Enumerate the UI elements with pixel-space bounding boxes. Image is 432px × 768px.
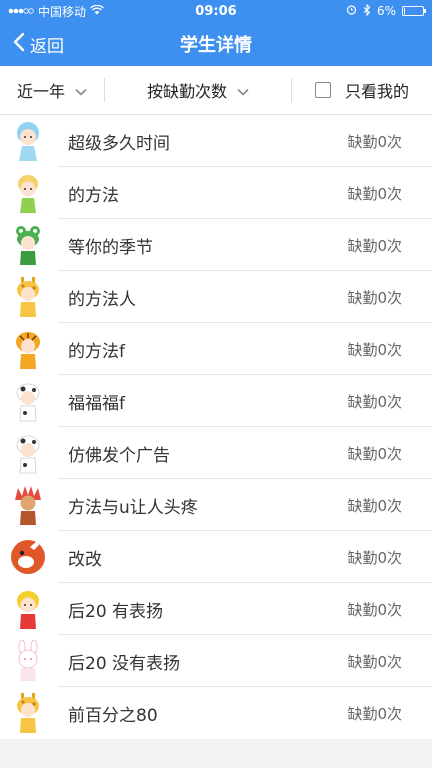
absence-count: 缺勤0次 bbox=[347, 444, 402, 463]
fairy-avatar-icon bbox=[10, 172, 46, 214]
absence-count: 缺勤0次 bbox=[347, 392, 402, 411]
student-row[interactable]: 方法与u让人头疼 缺勤0次 bbox=[0, 479, 432, 531]
student-name: 的方法f bbox=[68, 341, 125, 362]
carrier-name: 中国移动 bbox=[38, 4, 87, 19]
student-row[interactable]: 等你的季节 缺勤0次 bbox=[0, 219, 432, 271]
back-label: 返回 bbox=[30, 36, 64, 57]
indian-avatar-icon bbox=[10, 484, 46, 526]
student-row[interactable]: 仿佛发个广告 缺勤0次 bbox=[0, 427, 432, 479]
student-name: 福福福f bbox=[68, 393, 125, 414]
student-row[interactable]: 的方法f 缺勤0次 bbox=[0, 323, 432, 375]
sort-label: 按缺勤次数 bbox=[146, 82, 227, 101]
page-title: 学生详情 bbox=[180, 35, 252, 56]
absence-count: 缺勤0次 bbox=[347, 600, 402, 619]
student-row[interactable]: 前百分之80 缺勤0次 bbox=[0, 687, 432, 739]
student-list: 超级多久时间 缺勤0次 的方法 缺勤0次 等你的季节 缺勤0次 的方法人 缺勤0次 的方法f 缺勤… bbox=[0, 115, 432, 739]
signal-icon bbox=[8, 4, 34, 18]
student-name: 超级多久时间 bbox=[68, 133, 170, 154]
absence-count: 缺勤0次 bbox=[347, 704, 402, 723]
alarm-icon bbox=[346, 4, 357, 18]
back-button[interactable]: 返回 bbox=[0, 32, 64, 57]
student-name: 前百分之80 bbox=[68, 705, 158, 726]
frog-avatar-icon bbox=[10, 224, 46, 266]
student-row[interactable]: 后20 有表扬 缺勤0次 bbox=[0, 583, 432, 635]
rabbit-avatar-icon bbox=[10, 640, 46, 682]
student-name: 的方法人 bbox=[68, 289, 136, 310]
giraffe-avatar-icon bbox=[10, 692, 46, 734]
filter-bar: 近一年 按缺勤次数 只看我的 bbox=[0, 66, 432, 115]
sort-dropdown[interactable]: 按缺勤次数 bbox=[105, 78, 291, 102]
bluetooth-icon bbox=[363, 3, 371, 19]
tiger-avatar-icon bbox=[10, 328, 46, 370]
student-row[interactable]: 改改 缺勤0次 bbox=[0, 531, 432, 583]
absence-count: 缺勤0次 bbox=[347, 132, 402, 151]
student-name: 的方法 bbox=[68, 185, 119, 206]
absence-count: 缺勤0次 bbox=[347, 184, 402, 203]
student-row[interactable]: 的方法 缺勤0次 bbox=[0, 167, 432, 219]
student-row[interactable]: 福福福f 缺勤0次 bbox=[0, 375, 432, 427]
absence-count: 缺勤0次 bbox=[347, 340, 402, 359]
student-name: 改改 bbox=[68, 549, 102, 570]
battery-icon bbox=[402, 6, 426, 16]
chevron-down-icon bbox=[237, 81, 249, 100]
wifi-icon bbox=[90, 4, 104, 18]
student-name: 等你的季节 bbox=[68, 237, 153, 258]
battery-level bbox=[404, 8, 405, 14]
absence-count: 缺勤0次 bbox=[347, 496, 402, 515]
student-row[interactable]: 的方法人 缺勤0次 bbox=[0, 271, 432, 323]
absence-count: 缺勤0次 bbox=[347, 236, 402, 255]
princess-avatar-icon bbox=[10, 120, 46, 162]
student-name: 后20 有表扬 bbox=[68, 601, 164, 622]
girl-avatar-icon bbox=[10, 588, 46, 630]
only-mine-checkbox[interactable] bbox=[314, 82, 331, 98]
student-row[interactable]: 超级多久时间 缺勤0次 bbox=[0, 115, 432, 167]
only-mine-toggle[interactable]: 只看我的 bbox=[292, 78, 432, 102]
nav-bar: 返回 学生详情 bbox=[0, 22, 432, 66]
deer-avatar-icon bbox=[10, 536, 46, 578]
only-mine-label: 只看我的 bbox=[344, 82, 409, 101]
chevron-left-icon bbox=[12, 32, 26, 57]
absence-count: 缺勤0次 bbox=[347, 288, 402, 307]
absence-count: 缺勤0次 bbox=[347, 652, 402, 671]
student-row[interactable]: 后20 没有表扬 缺勤0次 bbox=[0, 635, 432, 687]
top-bar: 中国移动 09:06 6% 返回 学生详情 bbox=[0, 0, 432, 66]
absence-count: 缺勤0次 bbox=[347, 548, 402, 567]
student-name: 方法与u让人头疼 bbox=[68, 497, 198, 518]
status-bar: 中国移动 09:06 6% bbox=[0, 0, 432, 22]
student-name: 仿佛发个广告 bbox=[68, 445, 170, 466]
battery-percent: 6% bbox=[376, 4, 396, 18]
cow-avatar-icon bbox=[10, 432, 46, 474]
time-range-label: 近一年 bbox=[16, 82, 65, 101]
student-name: 后20 没有表扬 bbox=[68, 653, 181, 674]
cow-avatar-icon bbox=[10, 380, 46, 422]
chevron-down-icon bbox=[75, 81, 87, 100]
time-range-dropdown[interactable]: 近一年 bbox=[0, 78, 104, 102]
giraffe-avatar-icon bbox=[10, 276, 46, 318]
